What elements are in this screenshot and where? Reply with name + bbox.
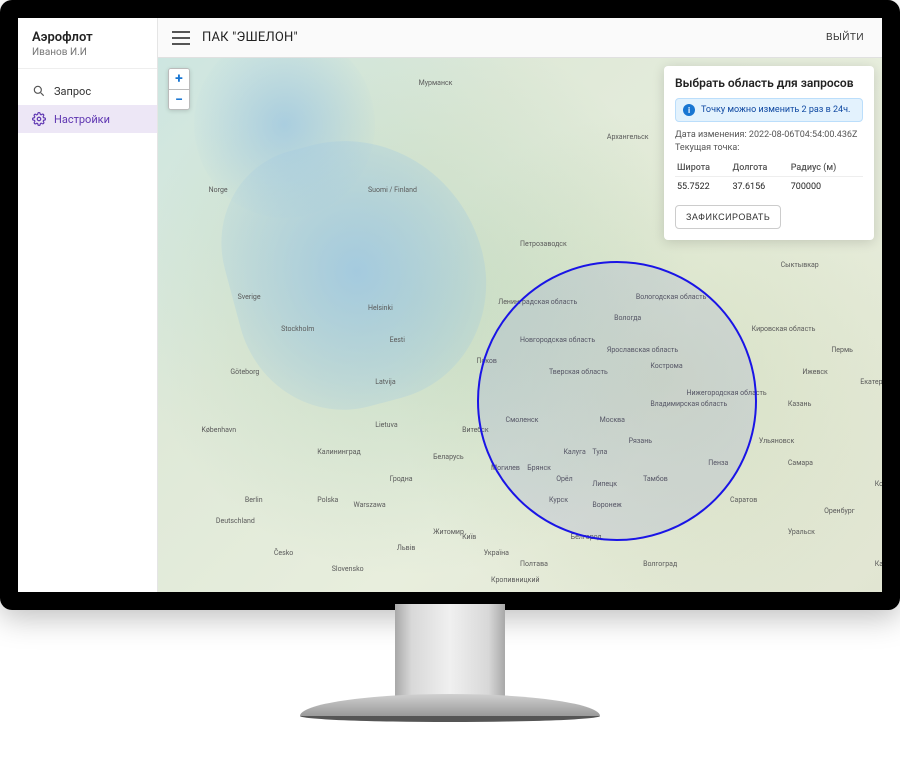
map-label: Кропивницкий — [491, 576, 540, 584]
map-label: Нижегородская область — [687, 389, 767, 397]
app-title: ПАК "ЭШЕЛОН" — [202, 30, 298, 45]
zoom-control: + − — [168, 68, 190, 110]
map-label: Ярославская область — [607, 346, 678, 354]
fix-button[interactable]: ЗАФИКСИРОВАТЬ — [675, 205, 781, 229]
map-label: Ижевск — [802, 368, 827, 376]
map-label: Новгородская область — [520, 336, 595, 344]
map-label: Екатеринбург — [860, 378, 882, 386]
coord-table: Широта Долгота Радиус (м) 55.7522 37.615… — [675, 159, 863, 197]
col-radius: Радиус (м) — [789, 159, 863, 177]
map-label: Орёл — [556, 475, 573, 483]
map-label: Костанай — [875, 480, 882, 488]
val-lat: 55.7522 — [675, 177, 730, 198]
sidebar: Аэрофлот Иванов И.И Запрос Настро — [18, 18, 158, 592]
map-label: Липецк — [592, 480, 617, 488]
map-label: Тверская область — [549, 368, 608, 376]
map-label: Пермь — [831, 346, 853, 354]
map-label: Могилев — [491, 464, 520, 472]
map-label: Белгород — [571, 533, 602, 541]
main: ПАК "ЭШЕЛОН" ВЫЙТИ Suomi / FinlandSverig… — [158, 18, 882, 592]
sidebar-item-label: Запрос — [54, 85, 91, 98]
map-label: Кострома — [650, 362, 682, 370]
table-row: 55.7522 37.6156 700000 — [675, 177, 863, 198]
zoom-in-button[interactable]: + — [169, 69, 189, 89]
map-label: Казань — [788, 400, 812, 408]
map-area[interactable]: Suomi / FinlandSverigeNorgeEestiLatvijaL… — [158, 58, 882, 592]
map-label: Рязань — [629, 437, 652, 445]
map-label: Тула — [592, 448, 607, 456]
info-banner: i Точку можно изменить 2 раз в 24ч. — [675, 98, 863, 122]
zoom-out-button[interactable]: − — [169, 89, 189, 109]
info-icon: i — [683, 104, 695, 116]
val-lon: 37.6156 — [730, 177, 788, 198]
map-label: Саратов — [730, 496, 757, 504]
map-label: Київ — [462, 533, 476, 541]
menu-icon[interactable] — [172, 31, 190, 45]
map-label: Самара — [788, 459, 813, 467]
org-title: Аэрофлот — [32, 30, 143, 45]
settings-icon — [32, 112, 46, 126]
sidebar-item-settings[interactable]: Настройки — [18, 105, 157, 133]
map-label: Україна — [484, 549, 509, 557]
request-icon — [32, 84, 46, 98]
map-label: Сыктывкар — [781, 261, 819, 269]
map-label: Warszawa — [353, 501, 385, 509]
map-label: Göteborg — [230, 368, 259, 376]
map-label: Пенза — [708, 459, 728, 467]
map-label: Владимирская область — [650, 400, 727, 408]
map-label: Казақстан — [875, 560, 882, 568]
map-label: København — [201, 426, 236, 434]
map-label: Мурманск — [419, 79, 453, 87]
map-label: Deutschland — [216, 517, 255, 525]
map-label: Ульяновск — [759, 437, 794, 445]
logout-button[interactable]: ВЫЙТИ — [822, 26, 868, 49]
user-name: Иванов И.И — [32, 47, 143, 58]
map-label: Гродна — [390, 475, 413, 483]
map-label: Lietuva — [375, 421, 397, 429]
map-label: Архангельск — [607, 133, 649, 141]
sidebar-nav: Запрос Настройки — [18, 69, 157, 141]
map-label: Оренбург — [824, 507, 855, 515]
map-label: Česko — [274, 549, 293, 557]
map-label: Брянск — [527, 464, 551, 472]
map-label: Кировская область — [752, 325, 816, 333]
map-label: Беларусь — [433, 453, 464, 461]
map-label: Вологда — [614, 314, 641, 322]
sidebar-item-request[interactable]: Запрос — [18, 77, 157, 105]
map-label: Тамбов — [643, 475, 668, 483]
map-label: Ленинградская область — [498, 298, 577, 306]
map-label: Уральск — [788, 528, 815, 536]
map-label: Смоленск — [506, 416, 539, 424]
sidebar-header: Аэрофлот Иванов И.И — [18, 18, 157, 69]
map-label: Москва — [600, 416, 625, 424]
sidebar-item-label: Настройки — [54, 113, 110, 126]
query-panel: Выбрать область для запросов i Точку мож… — [664, 66, 874, 240]
val-radius: 700000 — [789, 177, 863, 198]
map-label: Витебск — [462, 426, 489, 434]
panel-title: Выбрать область для запросов — [675, 76, 863, 90]
selection-circle — [477, 261, 757, 541]
map-label: Калуга — [563, 448, 585, 456]
map-label: Псков — [477, 357, 497, 365]
map-label: Житомир — [433, 528, 464, 536]
col-lat: Широта — [675, 159, 730, 177]
info-text: Точку можно изменить 2 раз в 24ч. — [701, 105, 850, 115]
map-label: Воронеж — [592, 501, 621, 509]
current-point-label: Текущая точка: — [675, 143, 863, 153]
map-label: Berlin — [245, 496, 263, 504]
topbar: ПАК "ЭШЕЛОН" ВЫЙТИ — [158, 18, 882, 58]
map-label: Вологодская область — [636, 293, 707, 301]
map-label: Polska — [317, 496, 338, 504]
map-label: Курск — [549, 496, 568, 504]
map-label: Полтава — [520, 560, 548, 568]
map-label: Львів — [397, 544, 415, 552]
map-label: Петрозаводск — [520, 240, 567, 248]
map-label: Калининград — [317, 448, 360, 456]
map-label: Волгоград — [643, 560, 677, 568]
date-line: Дата изменения: 2022-08-06T04:54:00.436Z — [675, 130, 863, 140]
col-lon: Долгота — [730, 159, 788, 177]
map-label: Slovensko — [332, 565, 364, 573]
